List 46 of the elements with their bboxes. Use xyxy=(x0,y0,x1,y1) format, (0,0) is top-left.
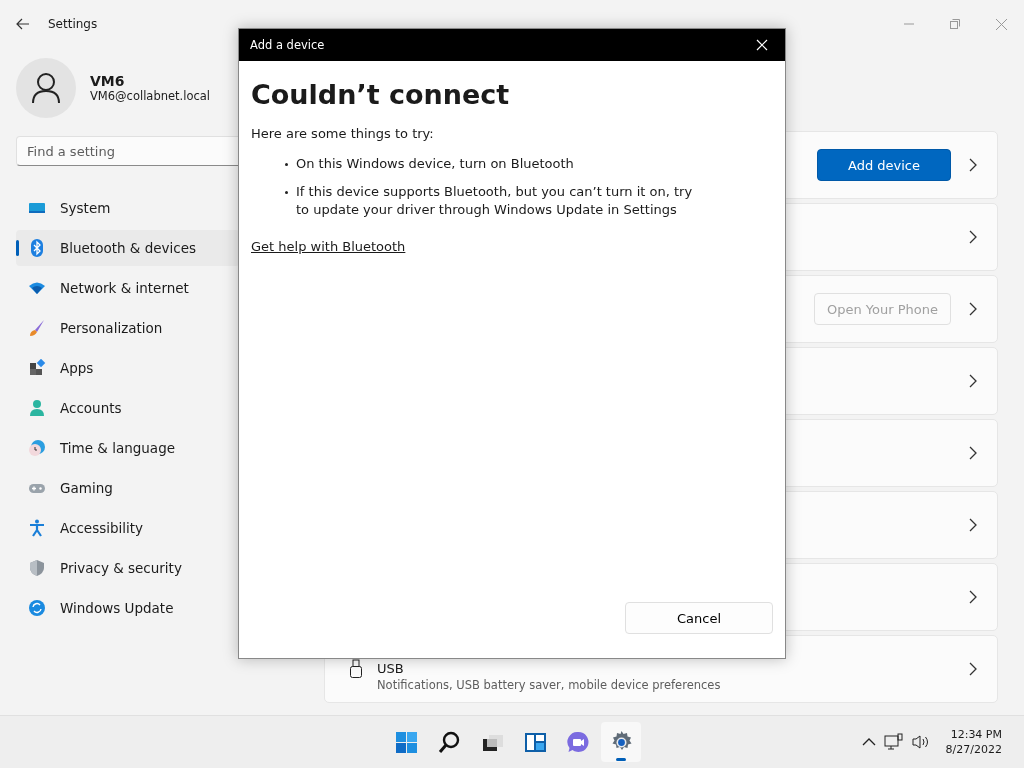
brush-icon xyxy=(28,319,46,337)
sidebar-item[interactable]: System xyxy=(16,190,240,226)
sidebar-item[interactable]: Gaming xyxy=(16,470,240,506)
sidebar-item[interactable]: Accounts xyxy=(16,390,240,426)
sidebar-item[interactable]: Personalization xyxy=(16,310,240,346)
sidebar-item[interactable]: Network & internet xyxy=(16,270,240,306)
search-icon[interactable] xyxy=(436,729,462,755)
tip-text: On this Windows device, turn on Bluetooth xyxy=(296,155,574,173)
clock-date: 8/27/2022 xyxy=(945,743,1002,756)
network-icon[interactable] xyxy=(883,733,904,751)
update-icon xyxy=(28,599,46,617)
card-title: USB xyxy=(377,660,405,676)
chevron-up-icon[interactable] xyxy=(861,737,876,747)
window-title: Settings xyxy=(48,17,98,31)
sidebar-item[interactable]: Accessibility xyxy=(16,510,240,546)
start-icon[interactable] xyxy=(393,729,419,755)
sidebar-item[interactable]: Time & language xyxy=(16,430,240,466)
bluetooth-icon xyxy=(28,239,46,257)
card-subtitle: Notifications, USB battery saver, mobile device preferences xyxy=(377,677,721,692)
account-name: VM6 xyxy=(90,73,126,89)
card-button[interactable]: Add device xyxy=(817,149,951,181)
help-link[interactable]: Get help with Bluetooth xyxy=(251,239,406,254)
tip-text: If this device supports Bluetooth, but you can’t turn it on, try to update your driver through Windows Update in Settings xyxy=(296,183,694,219)
cancel-button[interactable]: Cancel xyxy=(625,602,773,634)
person-icon xyxy=(28,399,46,417)
usb-icon xyxy=(349,659,363,679)
dialog-intro: Here are some things to try: xyxy=(251,126,435,141)
restore-icon[interactable] xyxy=(950,19,960,29)
clock-icon xyxy=(28,439,46,457)
chat-icon[interactable] xyxy=(565,729,591,755)
sidebar-item[interactable]: Bluetooth & devices xyxy=(16,230,240,266)
sidebar-item[interactable]: Privacy & security xyxy=(16,550,240,586)
dialog-heading: Couldn’t connect xyxy=(251,79,511,110)
bullet-icon xyxy=(285,163,288,166)
sidebar-item[interactable]: Apps xyxy=(16,350,240,386)
back-icon[interactable] xyxy=(16,18,30,30)
shield-icon xyxy=(28,559,46,577)
sidebar-item[interactable]: Windows Update xyxy=(16,590,240,626)
clock-time: 12:34 PM xyxy=(950,728,1002,741)
bullet-icon xyxy=(285,191,288,194)
search-field[interactable]: Find a setting xyxy=(16,136,240,166)
dialog-title: Add a device xyxy=(250,38,325,52)
apps-icon xyxy=(28,359,46,377)
accessibility-icon xyxy=(28,519,46,537)
account-email: VM6@collabnet.local xyxy=(90,89,211,103)
volume-icon[interactable] xyxy=(911,734,930,750)
